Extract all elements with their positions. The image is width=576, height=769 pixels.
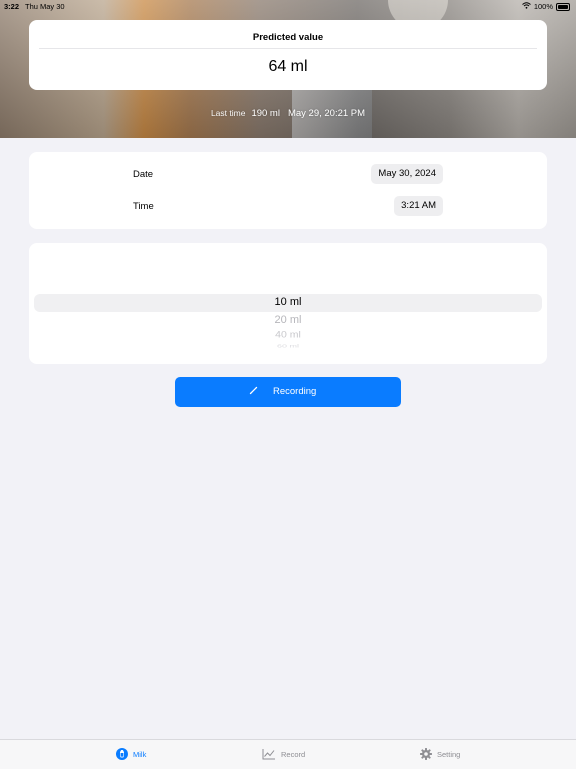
wifi-icon: [521, 2, 531, 11]
gear-icon: [420, 748, 432, 760]
last-time-label: Last time: [210, 108, 246, 118]
predicted-value: 64 ml: [268, 58, 308, 75]
status-right: 100%: [521, 2, 570, 11]
tab-label: Setting: [437, 749, 461, 759]
recording-button-label: Recording: [273, 386, 317, 397]
last-time-amount: 190 ml: [251, 108, 280, 119]
amount-picker-wheel[interactable]: 10 ml 20 ml 40 ml 60 ml: [29, 243, 547, 364]
tab-setting[interactable]: Setting: [420, 748, 460, 760]
chart-line-icon: [262, 748, 276, 760]
tab-label: Record: [281, 749, 306, 759]
date-label: Date: [133, 169, 154, 180]
battery-icon: [556, 2, 570, 11]
picker-option[interactable]: 10 ml: [29, 296, 547, 308]
tab-bar: Milk Record Setting: [0, 739, 576, 769]
tab-label: Milk: [133, 749, 147, 759]
last-time-datetime: May 29, 20:21 PM: [287, 108, 366, 119]
date-row: Date May 30, 2024: [29, 164, 547, 186]
status-date: Thu May 30: [25, 2, 65, 11]
predicted-value-title: Predicted value: [252, 32, 324, 43]
picker-option[interactable]: 60 ml: [29, 343, 547, 349]
status-bar: 3:22 Thu May 30 100%: [0, 0, 576, 12]
picker-option[interactable]: 20 ml: [29, 314, 547, 326]
time-picker-button[interactable]: 3:21 AM: [394, 196, 443, 216]
status-time: 3:22: [4, 2, 20, 11]
divider: [39, 48, 537, 49]
date-time-card: Date May 30, 2024 Time 3:21 AM: [29, 152, 547, 229]
battery-percent: 100%: [533, 2, 553, 11]
bottle-icon: [116, 748, 128, 760]
time-row: Time 3:21 AM: [29, 196, 547, 218]
pencil-icon: [249, 385, 259, 398]
recording-button[interactable]: Recording: [175, 377, 401, 407]
date-picker-button[interactable]: May 30, 2024: [371, 164, 443, 184]
picker-option[interactable]: 40 ml: [29, 330, 547, 340]
predicted-value-card: Predicted value 64 ml: [29, 20, 547, 90]
last-time-info: Last time 190 ml May 29, 20:21 PM: [0, 108, 576, 119]
tab-milk[interactable]: Milk: [116, 748, 146, 760]
tab-record[interactable]: Record: [262, 748, 305, 760]
time-label: Time: [133, 201, 154, 212]
